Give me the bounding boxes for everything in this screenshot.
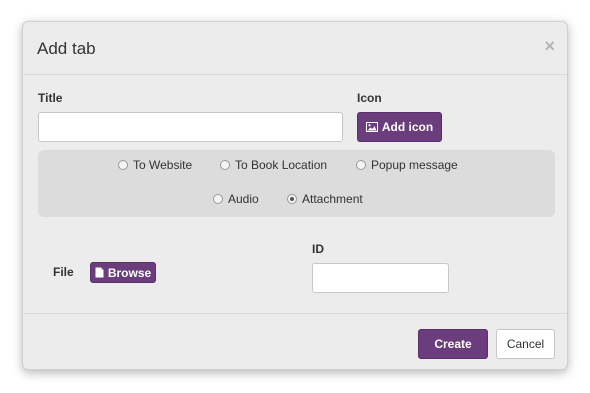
radio-attachment[interactable]: [287, 194, 297, 204]
file-label: File: [53, 265, 74, 279]
id-input[interactable]: [312, 263, 449, 293]
cancel-button[interactable]: Cancel: [496, 329, 555, 359]
option-label: To Website: [133, 158, 193, 172]
add-icon-button[interactable]: Add icon: [357, 112, 442, 142]
close-icon[interactable]: ×: [544, 36, 555, 57]
id-label: ID: [312, 242, 324, 256]
footer-divider: [23, 313, 567, 314]
radio-audio[interactable]: [213, 194, 223, 204]
radio-popup-message[interactable]: [356, 160, 366, 170]
dialog-title: Add tab: [37, 39, 96, 58]
option-to-book-location[interactable]: To Book Location: [220, 158, 327, 172]
file-icon: [95, 267, 104, 278]
cancel-label: Cancel: [506, 337, 545, 351]
add-icon-label: Add icon: [381, 120, 434, 134]
icon-label: Icon: [357, 91, 382, 105]
option-attachment[interactable]: Attachment: [287, 192, 363, 206]
radio-to-book-location[interactable]: [220, 160, 230, 170]
dialog-header: Add tab ×: [23, 22, 567, 75]
create-button[interactable]: Create: [418, 329, 488, 359]
option-label: Attachment: [302, 192, 363, 206]
option-popup-message[interactable]: Popup message: [356, 158, 458, 172]
image-icon: [365, 122, 378, 132]
option-audio[interactable]: Audio: [213, 192, 259, 206]
browse-label: Browse: [107, 265, 152, 280]
option-to-website[interactable]: To Website: [118, 158, 192, 172]
browse-button[interactable]: Browse: [90, 262, 156, 283]
create-label: Create: [434, 337, 472, 351]
add-tab-dialog: Add tab × Title Icon Add icon To Website…: [22, 21, 568, 370]
option-label: Audio: [228, 192, 259, 206]
link-type-group: To Website To Book Location Popup messag…: [38, 150, 555, 217]
option-label: Popup message: [371, 158, 458, 172]
option-label: To Book Location: [235, 158, 328, 172]
radio-to-website[interactable]: [118, 160, 128, 170]
title-input[interactable]: [38, 112, 343, 142]
title-label: Title: [38, 91, 63, 105]
